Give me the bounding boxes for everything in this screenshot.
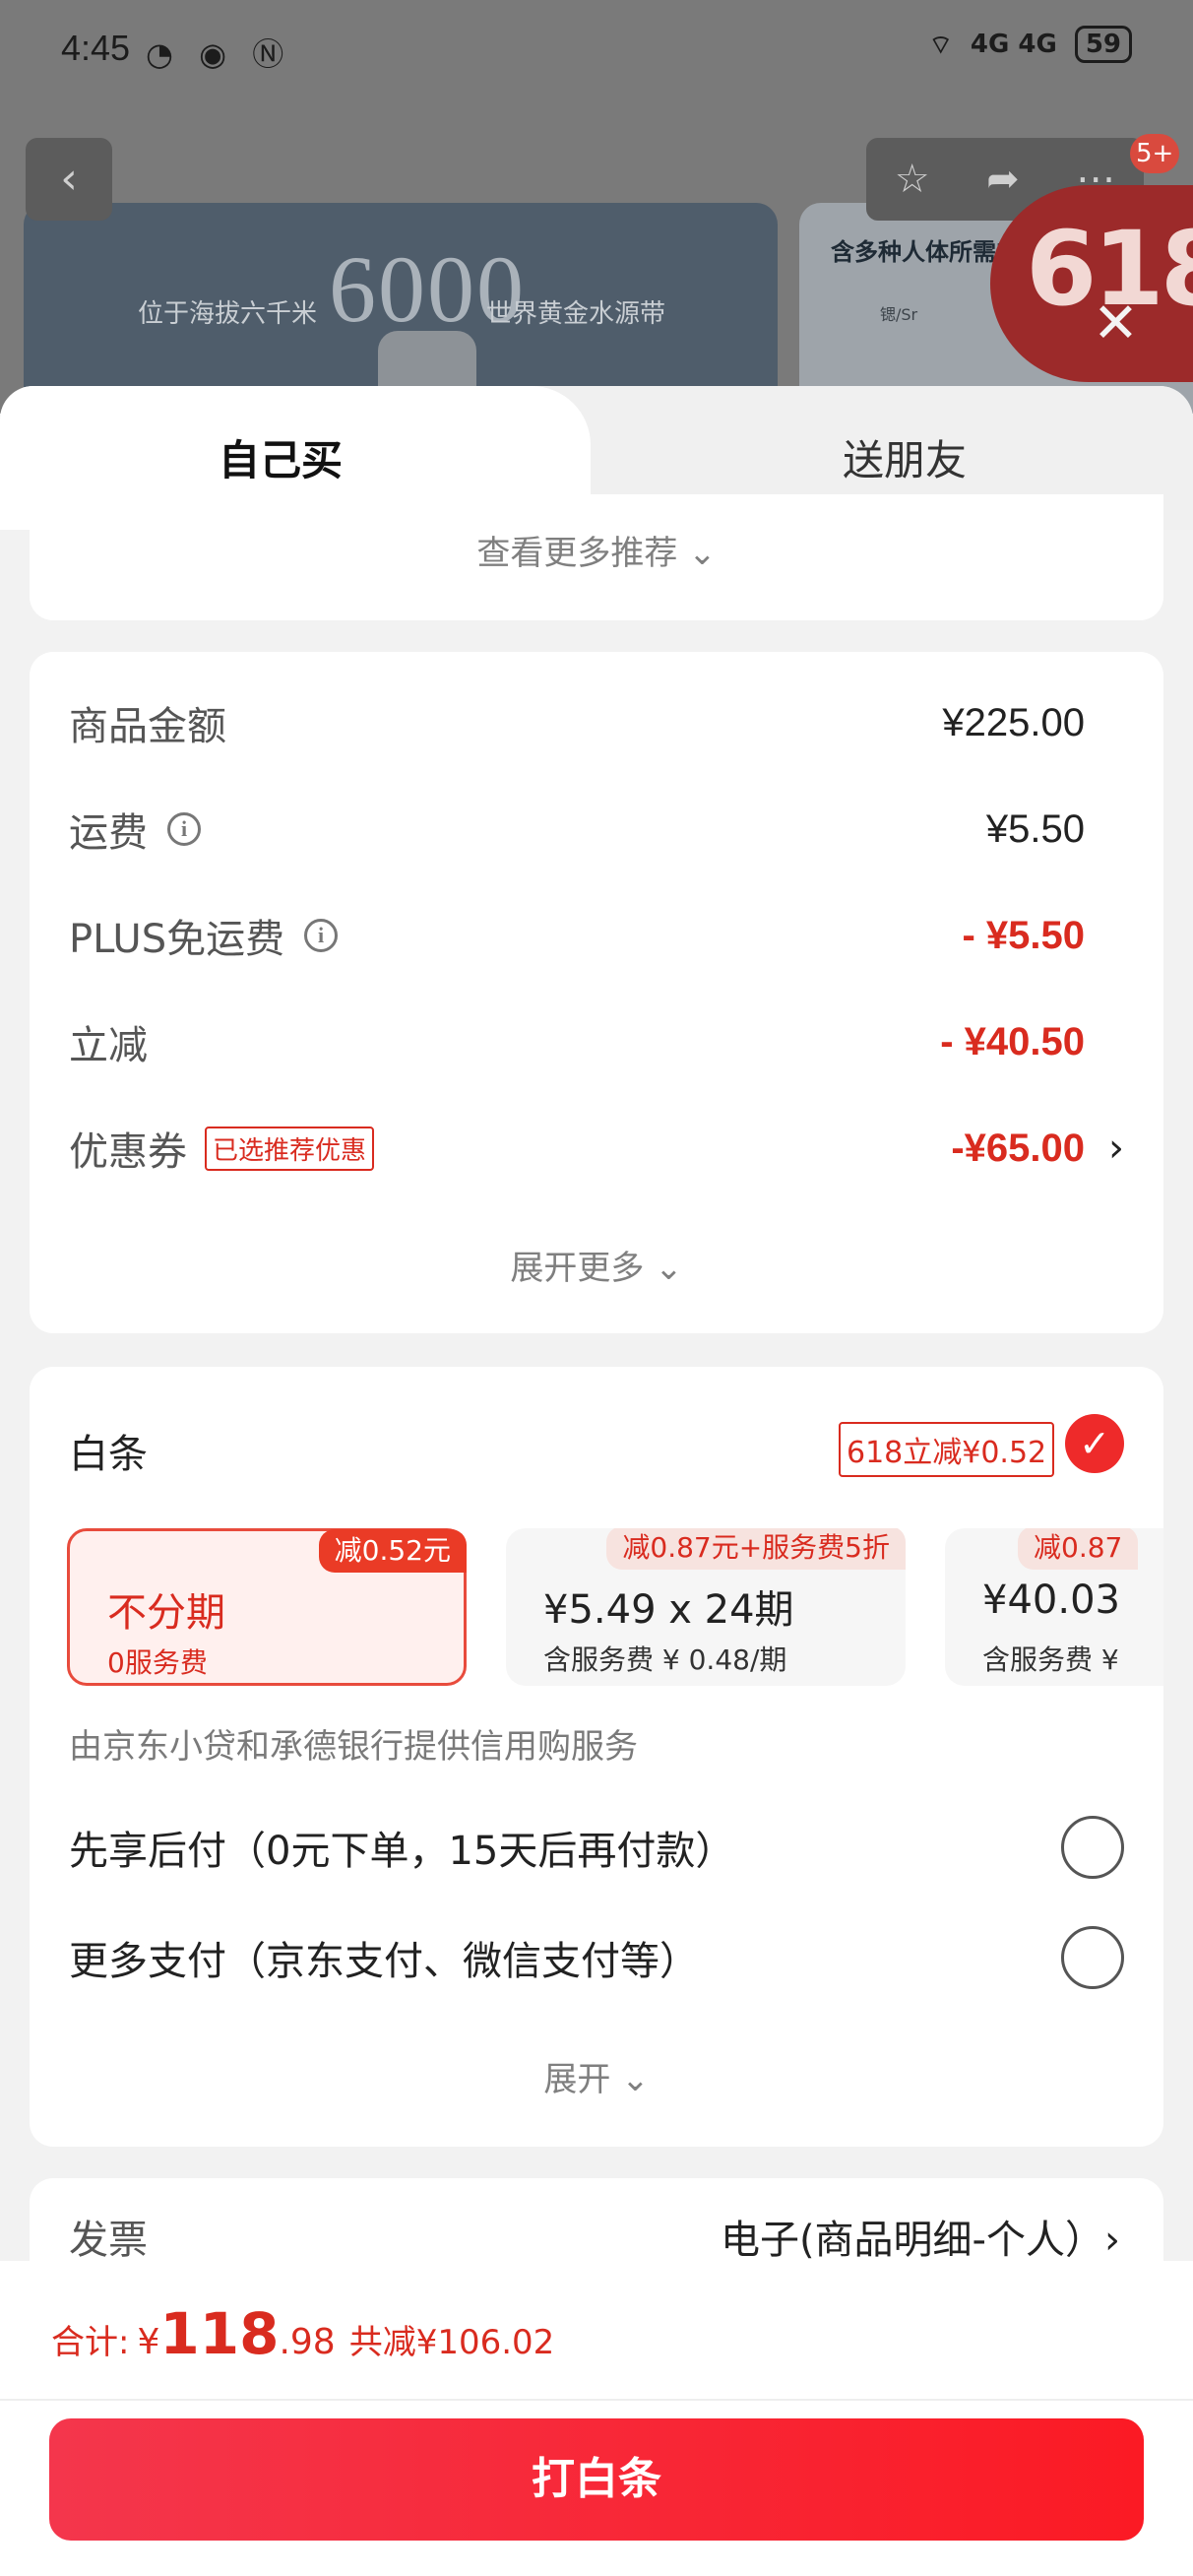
chevron-left-icon: ‹ — [60, 154, 78, 204]
total-discount: 共减¥106.02 — [348, 2323, 555, 2362]
plan-24[interactable]: 减0.87元+服务费5折 ¥5.49 x 24期 含服务费 ¥ 0.48/期 — [506, 1528, 906, 1686]
message-badge: 5+ — [1130, 134, 1180, 173]
expand-more-button[interactable]: 展开更多 ⌄ — [30, 1241, 1163, 1289]
invoice-value: 电子(商品明细-个人）› — [720, 2218, 1120, 2263]
info-icon[interactable]: i — [304, 919, 339, 952]
pay-baitiao-button[interactable]: 打白条 — [49, 2418, 1144, 2541]
recommend-card: 查看更多推荐 ⌄ — [30, 494, 1163, 620]
plan-no-installment[interactable]: 减0.52元 不分期 0服务费 — [67, 1528, 467, 1686]
pay-later-option[interactable]: 先享后付（0元下单，15天后再付款） — [69, 1816, 1124, 1879]
checkout-footer: 合计: ¥ 118 .98 共减¥106.02 打白条 — [0, 2261, 1193, 2576]
plan-sub: 含服务费 ¥ — [982, 1643, 1119, 1676]
chevron-right-icon: › — [1108, 1126, 1124, 1171]
status-bar: 4:45 ◔ ◉ Ⓝ ⌔ 4G 4G 59 — [0, 0, 1193, 98]
row-value: -¥65.00 — [951, 1126, 1085, 1170]
payment-card: 白条 618立减¥0.52 ✓ 减0.52元 不分期 0服务费 减0.87元+服… — [30, 1367, 1163, 2147]
plan-title: ¥5.49 x 24期 — [543, 1587, 794, 1633]
row-label: 立减 — [69, 1023, 148, 1068]
tab-self[interactable]: 自己买 — [219, 427, 343, 487]
plan-3[interactable]: 减0.87 ¥40.03 含服务费 ¥ — [945, 1528, 1163, 1686]
status-icons: ◔ ◉ Ⓝ — [146, 35, 292, 73]
row-plus-free-shipping: PLUS免运费 i - ¥5.50 — [69, 906, 1085, 965]
battery-icon: 59 — [1074, 26, 1132, 63]
close-icon[interactable]: ✕ — [1093, 291, 1139, 355]
checkmark-icon[interactable]: ✓ — [1065, 1414, 1124, 1473]
wifi-icon: ⌔ — [928, 30, 953, 60]
option-label: 先享后付（0元下单，15天后再付款） — [69, 1829, 735, 1874]
share-icon[interactable]: ➦ — [986, 157, 1020, 202]
installment-plans: 减0.52元 不分期 0服务费 减0.87元+服务费5折 ¥5.49 x 24期… — [67, 1528, 1163, 1686]
divider — [0, 2399, 1193, 2401]
coupon-selected-tag: 已选推荐优惠 — [205, 1126, 375, 1171]
total-label: 合计: — [51, 2323, 130, 2362]
status-time: 4:45 — [61, 28, 131, 68]
row-label: 商品金额 — [69, 704, 226, 749]
plan-sub: 含服务费 ¥ 0.48/期 — [543, 1643, 787, 1676]
provider-note: 由京东小贷和承德银行提供信用购服务 — [69, 1727, 638, 1767]
view-more-recommend[interactable]: 查看更多推荐 ⌄ — [30, 526, 1163, 574]
status-right: ⌔ 4G 4G 59 — [928, 26, 1132, 63]
product-banner: 6000 位于海拔六千米 世界黄金水源带 — [24, 203, 778, 414]
banner-text-right: 世界黄金水源带 — [486, 299, 666, 329]
currency-symbol: ¥ — [137, 2322, 160, 2362]
plan-badge: 减0.52元 — [318, 1529, 467, 1573]
row-value: - ¥40.50 — [940, 1019, 1085, 1063]
row-value: ¥225.00 — [942, 700, 1085, 744]
plan-title: 不分期 — [107, 1590, 225, 1636]
checkout-sheet: 自己买 送朋友 查看更多推荐 ⌄ 商品金额 ¥225.00 运费 i ¥5.50… — [0, 386, 1193, 2576]
invoice-label: 发票 — [69, 2218, 148, 2263]
card2-mini-text: 锶/Sr — [880, 305, 918, 324]
plan-sub: 0服务费 — [107, 1646, 208, 1679]
radio-button[interactable] — [1061, 1926, 1124, 1989]
row-value: ¥5.50 — [985, 806, 1085, 851]
total-integer: 118 — [159, 2300, 280, 2367]
banner-text-left: 位于海拔六千米 — [138, 299, 318, 329]
row-goods-amount: 商品金额 ¥225.00 — [69, 693, 1085, 752]
promo-618-float[interactable]: 618 — [990, 185, 1193, 382]
plan-badge: 减0.87 — [1018, 1528, 1139, 1570]
option-label: 更多支付（京东支付、微信支付等） — [69, 1939, 699, 1984]
baitiao-title: 白条 — [69, 1432, 148, 1477]
plan-title: ¥40.03 — [982, 1578, 1120, 1623]
total-decimal: .98 — [279, 2322, 336, 2362]
info-icon[interactable]: i — [167, 812, 201, 846]
plan-badge: 减0.87元+服务费5折 — [606, 1528, 906, 1570]
row-coupon[interactable]: 优惠券 已选推荐优惠 -¥65.00 › — [69, 1119, 1124, 1178]
row-value: - ¥5.50 — [962, 913, 1085, 957]
promo-tag: 618立减¥0.52 — [839, 1422, 1055, 1477]
favorite-star-icon[interactable]: ☆ — [895, 157, 930, 202]
card2-heading: 含多种人体所需的 — [831, 238, 1020, 266]
row-label: PLUS免运费 — [69, 917, 285, 962]
row-shipping: 运费 i ¥5.50 — [69, 800, 1085, 859]
row-instant-discount: 立减 - ¥40.50 — [69, 1012, 1085, 1071]
row-label: 运费 — [69, 810, 148, 856]
tab-friend[interactable]: 送朋友 — [843, 427, 967, 487]
expand-payment-button[interactable]: 展开 ⌄ — [30, 2052, 1163, 2100]
radio-button[interactable] — [1061, 1816, 1124, 1879]
back-button[interactable]: ‹ — [26, 138, 112, 221]
row-label: 优惠券 — [69, 1129, 187, 1175]
more-payment-option[interactable]: 更多支付（京东支付、微信支付等） — [69, 1926, 1124, 1989]
price-summary-card: 商品金额 ¥225.00 运费 i ¥5.50 PLUS免运费 i - ¥5.5… — [30, 652, 1163, 1333]
signal-icon: 4G 4G — [970, 30, 1057, 59]
total-summary: 合计: ¥ 118 .98 共减¥106.02 — [51, 2300, 554, 2367]
